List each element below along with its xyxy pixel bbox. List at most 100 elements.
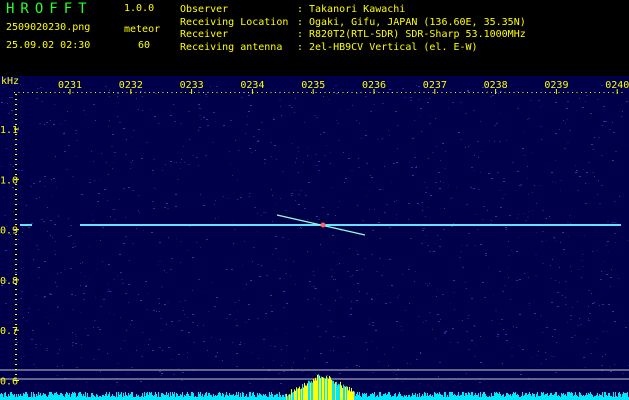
noise-pixel xyxy=(348,91,349,92)
level-bar xyxy=(307,383,308,400)
level-bar xyxy=(269,392,270,400)
noise-pixel xyxy=(18,239,19,240)
noise-pixel xyxy=(154,188,156,189)
level-bar xyxy=(93,395,94,400)
frequency-tick-label: 0.6 xyxy=(0,377,18,388)
noise-pixel xyxy=(123,243,125,244)
frequency-minor-tick xyxy=(15,169,17,170)
noise-pixel xyxy=(352,105,353,106)
noise-pixel xyxy=(597,194,598,195)
noise-pixel xyxy=(565,297,566,298)
noise-pixel xyxy=(461,139,462,140)
noise-pixel xyxy=(601,155,603,156)
time-minor-tick xyxy=(540,92,542,93)
noise-pixel xyxy=(171,321,173,322)
noise-pixel xyxy=(307,148,308,149)
noise-pixel xyxy=(448,185,449,186)
noise-pixel xyxy=(298,172,299,173)
noise-pixel xyxy=(120,272,122,273)
noise-pixel xyxy=(313,271,314,272)
noise-pixel xyxy=(60,272,62,273)
level-bar xyxy=(315,377,316,400)
level-bar xyxy=(266,396,267,400)
noise-pixel xyxy=(421,353,422,354)
level-bar xyxy=(214,396,215,400)
frequency-minor-tick xyxy=(15,294,17,295)
noise-pixel xyxy=(625,327,627,328)
noise-pixel xyxy=(75,295,76,296)
info-key: Receiving antenna xyxy=(180,41,283,53)
noise-pixel xyxy=(298,204,300,205)
level-bar xyxy=(625,393,626,400)
noise-pixel xyxy=(173,337,174,338)
noise-pixel xyxy=(183,146,184,147)
frequency-minor-tick xyxy=(15,319,17,320)
level-bar xyxy=(37,396,38,400)
frequency-minor-tick xyxy=(15,119,17,120)
noise-pixel xyxy=(601,365,603,366)
noise-pixel xyxy=(40,344,41,345)
level-bar xyxy=(492,396,493,400)
noise-pixel xyxy=(457,342,459,343)
level-bar xyxy=(129,395,130,400)
noise-pixel xyxy=(94,180,95,181)
frequency-minor-tick xyxy=(15,334,17,335)
noise-pixel xyxy=(347,109,348,110)
noise-pixel xyxy=(192,322,194,323)
noise-pixel xyxy=(324,155,326,156)
level-bar xyxy=(510,394,511,400)
noise-pixel xyxy=(214,204,215,205)
level-bar xyxy=(179,396,180,400)
noise-pixel xyxy=(216,86,218,87)
frequency-minor-tick xyxy=(15,94,17,95)
level-bar xyxy=(337,385,338,400)
level-bar xyxy=(104,396,105,400)
noise-pixel xyxy=(200,194,201,195)
noise-pixel xyxy=(535,254,537,255)
level-bar xyxy=(524,395,525,400)
level-bar xyxy=(136,394,137,400)
frequency-minor-tick xyxy=(15,374,17,375)
noise-pixel xyxy=(439,362,441,363)
noise-pixel xyxy=(170,115,172,116)
noise-pixel xyxy=(393,163,395,164)
noise-pixel xyxy=(206,239,208,240)
noise-pixel xyxy=(125,293,127,294)
time-minor-tick xyxy=(149,92,150,93)
time-minor-tick xyxy=(423,92,425,93)
noise-pixel xyxy=(516,91,518,92)
noise-pixel xyxy=(46,350,48,351)
noise-pixel xyxy=(437,314,439,315)
level-bar xyxy=(340,381,341,400)
noise-pixel xyxy=(461,245,462,246)
noise-pixel xyxy=(149,339,150,340)
frequency-minor-tick xyxy=(15,359,17,360)
noise-pixel xyxy=(246,124,248,125)
noise-pixel xyxy=(26,320,27,321)
noise-pixel xyxy=(466,288,467,289)
level-bar xyxy=(62,394,63,400)
frequency-minor-tick xyxy=(15,164,17,165)
frequency-minor-tick xyxy=(15,209,17,210)
noise-pixel xyxy=(393,372,394,373)
noise-pixel xyxy=(255,150,256,151)
level-bar xyxy=(210,395,211,400)
noise-pixel xyxy=(92,220,94,221)
noise-pixel xyxy=(179,320,181,321)
noise-pixel xyxy=(500,91,502,92)
noise-pixel xyxy=(140,91,142,92)
level-bar xyxy=(386,395,387,400)
noise-pixel xyxy=(337,264,338,265)
noise-pixel xyxy=(527,217,529,218)
noise-pixel xyxy=(502,363,503,364)
noise-pixel xyxy=(250,105,252,106)
noise-pixel xyxy=(337,337,339,338)
level-bar xyxy=(620,394,621,400)
time-minor-tick xyxy=(153,92,155,93)
noise-pixel xyxy=(372,372,374,373)
noise-pixel xyxy=(28,312,29,313)
noise-pixel xyxy=(180,123,182,124)
noise-pixel xyxy=(13,118,14,119)
noise-pixel xyxy=(545,352,546,353)
level-bar xyxy=(114,396,115,400)
